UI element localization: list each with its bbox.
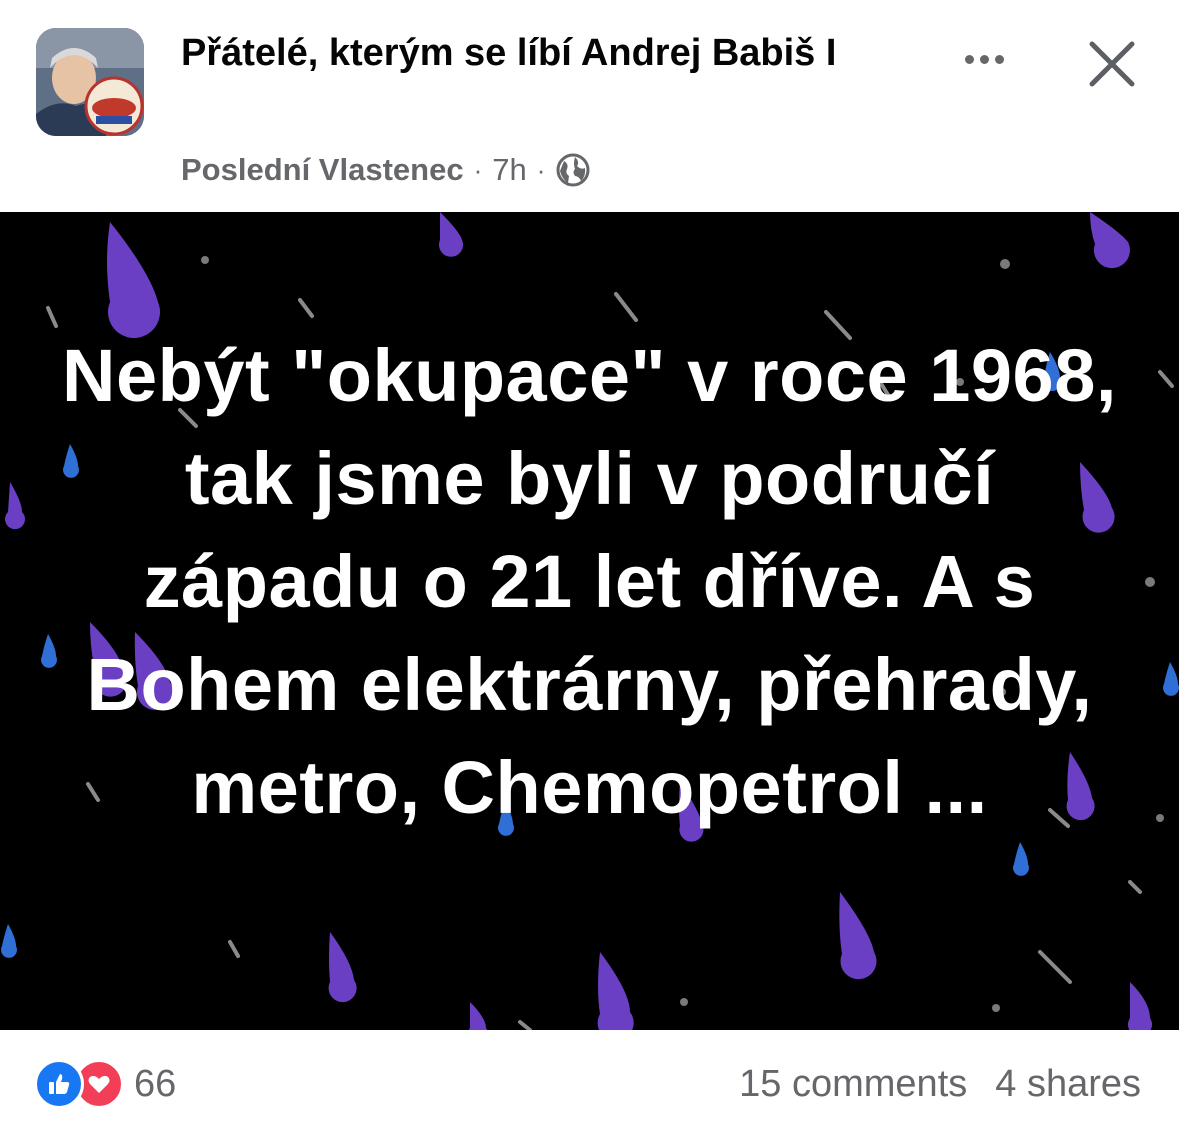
comments-count[interactable]: 15 comments xyxy=(739,1063,967,1106)
meta-separator: · xyxy=(473,154,483,185)
like-icon xyxy=(34,1059,84,1109)
author-name[interactable]: Poslední Vlastenec xyxy=(181,152,464,188)
avatar-image xyxy=(36,28,144,136)
reaction-count: 66 xyxy=(134,1062,177,1105)
close-icon[interactable] xyxy=(1084,36,1140,92)
post-image[interactable]: Nebýt "okupace" v roce 1968, tak jsme by… xyxy=(0,212,1179,1030)
group-avatar[interactable] xyxy=(36,28,144,136)
more-dot xyxy=(979,54,989,64)
more-dot xyxy=(964,54,974,64)
post-image-text: Nebýt "okupace" v roce 1968, tak jsme by… xyxy=(62,334,1117,829)
more-dot xyxy=(994,54,1004,64)
engagement-stats: 15 comments 4 shares xyxy=(739,1060,1141,1108)
reactions-summary[interactable]: 66 xyxy=(34,1058,176,1110)
meta-separator: · xyxy=(536,154,546,185)
group-title[interactable]: Přátelé, kterým se líbí Andrej Babiš I xyxy=(181,30,941,76)
post-time[interactable]: 7h xyxy=(492,152,526,188)
globe-icon xyxy=(556,153,590,187)
more-horizontal-icon[interactable] xyxy=(955,36,1013,82)
post-meta: Poslední Vlastenec · 7h · xyxy=(181,150,591,190)
post-header: Přátelé, kterým se líbí Andrej Babiš I P… xyxy=(0,0,1179,212)
shares-count[interactable]: 4 shares xyxy=(995,1063,1141,1106)
